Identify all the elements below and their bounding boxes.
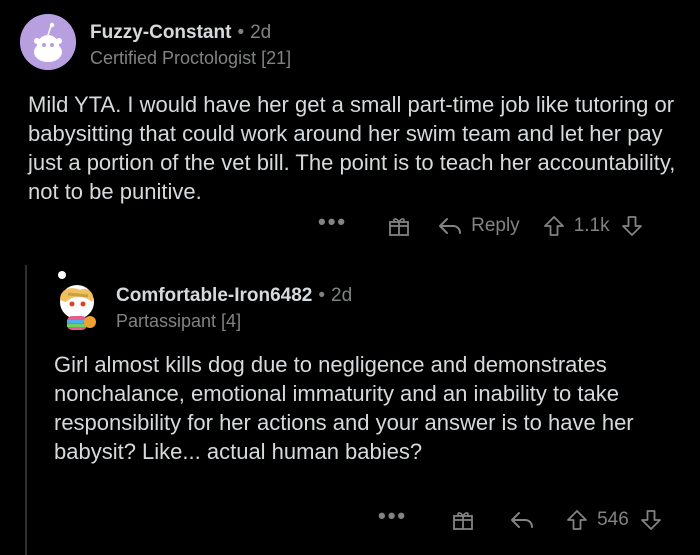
snoo-avatar-icon: [20, 14, 76, 70]
user-flair: Partassipant [4]: [116, 311, 242, 331]
upvote-icon: [567, 510, 588, 530]
more-button[interactable]: •••: [310, 209, 347, 235]
snoo-avatar-icon: [58, 271, 96, 330]
comment-body: Girl almost kills dog due to negligence …: [54, 352, 634, 464]
separator-dot: •: [318, 285, 326, 306]
downvote-button[interactable]: [639, 508, 663, 532]
vote-score: 1.1k: [573, 215, 610, 236]
username[interactable]: Fuzzy-Constant: [90, 22, 231, 43]
award-button[interactable]: [387, 214, 411, 238]
upvote-button[interactable]: 546: [565, 508, 629, 532]
more-button[interactable]: •••: [370, 503, 407, 529]
comment-actions: ••• Reply 1.1k: [310, 209, 644, 238]
downvote-button[interactable]: [620, 214, 644, 238]
more-icon: •••: [318, 209, 348, 234]
avatar[interactable]: [50, 270, 100, 334]
reply-label: Reply: [471, 215, 520, 236]
comment-meta: Fuzzy-Constant • 2d Certified Proctologist…: [90, 22, 291, 69]
username[interactable]: Comfortable-Iron6482: [116, 285, 312, 306]
timestamp: 2d: [250, 22, 272, 43]
comment-body: Mild YTA. I would have her get a small p…: [28, 92, 676, 204]
comment-actions: ••• 546: [370, 503, 663, 532]
downvote-icon: [621, 216, 642, 236]
thread-line[interactable]: [25, 265, 27, 555]
upvote-button[interactable]: 1.1k: [542, 214, 610, 238]
award-button[interactable]: [451, 508, 475, 532]
more-icon: •••: [378, 503, 408, 528]
reply-button[interactable]: [509, 509, 535, 531]
reply-arrow-icon: [511, 512, 534, 528]
upvote-icon: [543, 216, 564, 236]
award-gift-icon: [453, 512, 474, 530]
downvote-icon: [640, 510, 661, 530]
user-flair: Certified Proctologist [21]: [90, 48, 292, 68]
reply-button[interactable]: Reply: [437, 215, 520, 237]
reply-arrow-icon: [439, 218, 462, 234]
vote-score: 546: [597, 509, 629, 530]
award-gift-icon: [389, 218, 410, 236]
separator-dot: •: [237, 22, 245, 43]
avatar[interactable]: [20, 14, 76, 70]
comment-meta: Comfortable-Iron6482 • 2d Partassipant [4]: [116, 285, 352, 332]
timestamp: 2d: [331, 285, 353, 306]
